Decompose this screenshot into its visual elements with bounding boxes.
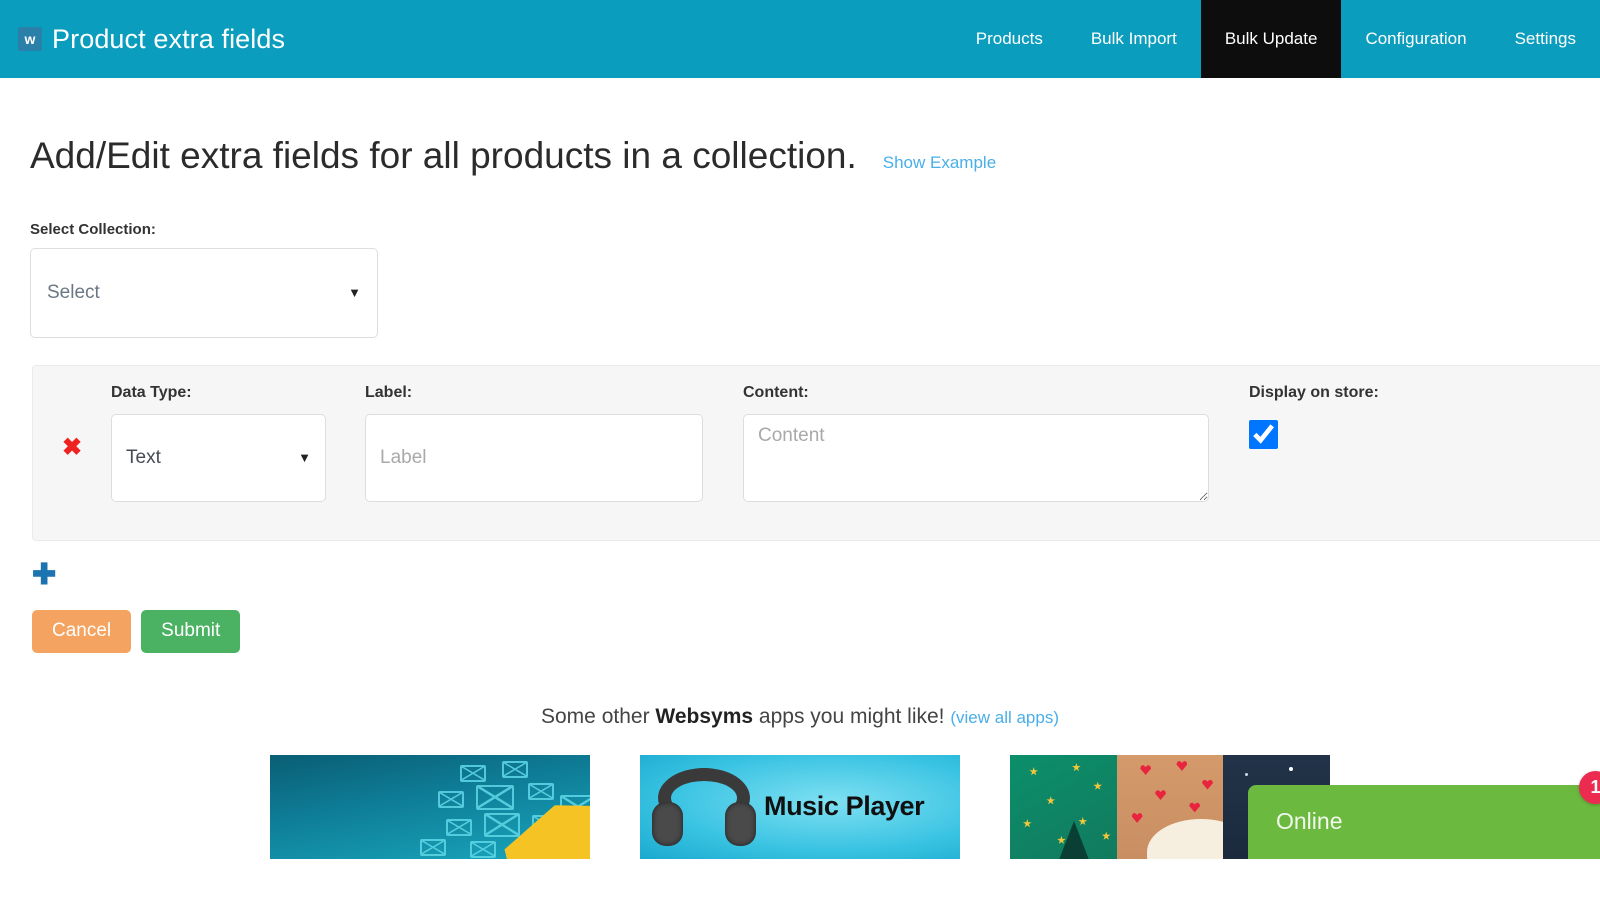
- data-type-label: Data Type:: [111, 383, 192, 401]
- collection-select[interactable]: Select ▼: [30, 247, 378, 338]
- main-nav: Products Bulk Import Bulk Update Configu…: [952, 0, 1600, 78]
- headphones-icon: [652, 766, 756, 848]
- nav-item-bulk-update[interactable]: Bulk Update: [1200, 0, 1342, 78]
- main-content: Add/Edit extra fields for all products i…: [0, 78, 1600, 859]
- display-on-store-checkbox[interactable]: [1249, 419, 1278, 449]
- delete-field-cell: ✖: [33, 384, 111, 460]
- collection-select-value: Select: [47, 281, 100, 303]
- label-input[interactable]: [365, 413, 703, 502]
- nav-item-configuration[interactable]: Configuration: [1341, 0, 1490, 78]
- chat-widget[interactable]: Online 1: [1248, 770, 1600, 859]
- add-field-row: ✚: [32, 560, 1570, 590]
- promo-text-before: Some other: [541, 704, 656, 728]
- data-type-column: Data Type: Text ▼: [111, 384, 365, 502]
- content-field-label: Content:: [743, 383, 809, 401]
- data-type-select-value: Text: [126, 446, 161, 468]
- chat-status-label: Online: [1276, 808, 1343, 835]
- music-player-app-thumbnail[interactable]: Music Player: [640, 754, 960, 859]
- extra-field-row: ✖ Data Type: Text ▼ Label: Content: Disp…: [32, 364, 1600, 541]
- select-collection-label: Select Collection:: [30, 220, 156, 238]
- chevron-down-icon: ▼: [348, 285, 361, 301]
- nav-item-products[interactable]: Products: [952, 0, 1067, 78]
- envelope-icon: [470, 840, 496, 858]
- content-textarea[interactable]: [743, 413, 1209, 502]
- label-field-label: Label:: [365, 383, 413, 401]
- data-type-select[interactable]: Text ▼: [111, 413, 326, 502]
- promo-text: Some other Websyms apps you might like! …: [30, 705, 1570, 729]
- nav-item-bulk-import[interactable]: Bulk Import: [1067, 0, 1201, 78]
- form-actions: Cancel Submit: [32, 609, 1570, 653]
- promo-brand: Websyms: [655, 704, 754, 728]
- brand: w Product extra fields: [0, 0, 285, 78]
- label-column: Label:: [365, 384, 743, 502]
- envelope-icon: [420, 838, 446, 856]
- envelope-icon: [502, 760, 528, 778]
- page-title: Add/Edit extra fields for all products i…: [30, 135, 857, 176]
- page-header: Add/Edit extra fields for all products i…: [30, 78, 1570, 177]
- plus-icon[interactable]: ✚: [32, 560, 56, 590]
- envelope-icon: [446, 818, 472, 836]
- nav-item-settings[interactable]: Settings: [1491, 0, 1600, 78]
- app-header: w Product extra fields Products Bulk Imp…: [0, 0, 1600, 78]
- theme-panel-tan: [1116, 754, 1224, 859]
- envelope-icon: [460, 764, 486, 782]
- show-example-link[interactable]: Show Example: [883, 153, 996, 173]
- promo-text-after: apps you might like!: [753, 704, 951, 728]
- display-on-store-column: Display on store:: [1249, 384, 1549, 454]
- envelope-icon: [528, 782, 554, 800]
- music-player-caption: Music Player: [764, 791, 925, 822]
- submit-button[interactable]: Submit: [141, 609, 241, 653]
- envelope-icon: [438, 790, 464, 808]
- envelope-icon: [484, 812, 520, 837]
- view-all-apps-link[interactable]: (view all apps): [950, 708, 1059, 727]
- cancel-button[interactable]: Cancel: [32, 609, 132, 653]
- chat-unread-badge: 1: [1579, 770, 1600, 804]
- display-on-store-label: Display on store:: [1249, 383, 1379, 401]
- websyms-logo-icon: w: [18, 27, 42, 51]
- chevron-down-icon: ▼: [298, 450, 311, 466]
- app-title: Product extra fields: [52, 23, 286, 54]
- envelope-icon: [476, 784, 514, 810]
- theme-panel-green: [1010, 754, 1117, 859]
- newsletter-app-thumbnail[interactable]: [270, 754, 590, 859]
- content-column: Content:: [743, 384, 1249, 507]
- delete-row-icon[interactable]: ✖: [62, 435, 82, 460]
